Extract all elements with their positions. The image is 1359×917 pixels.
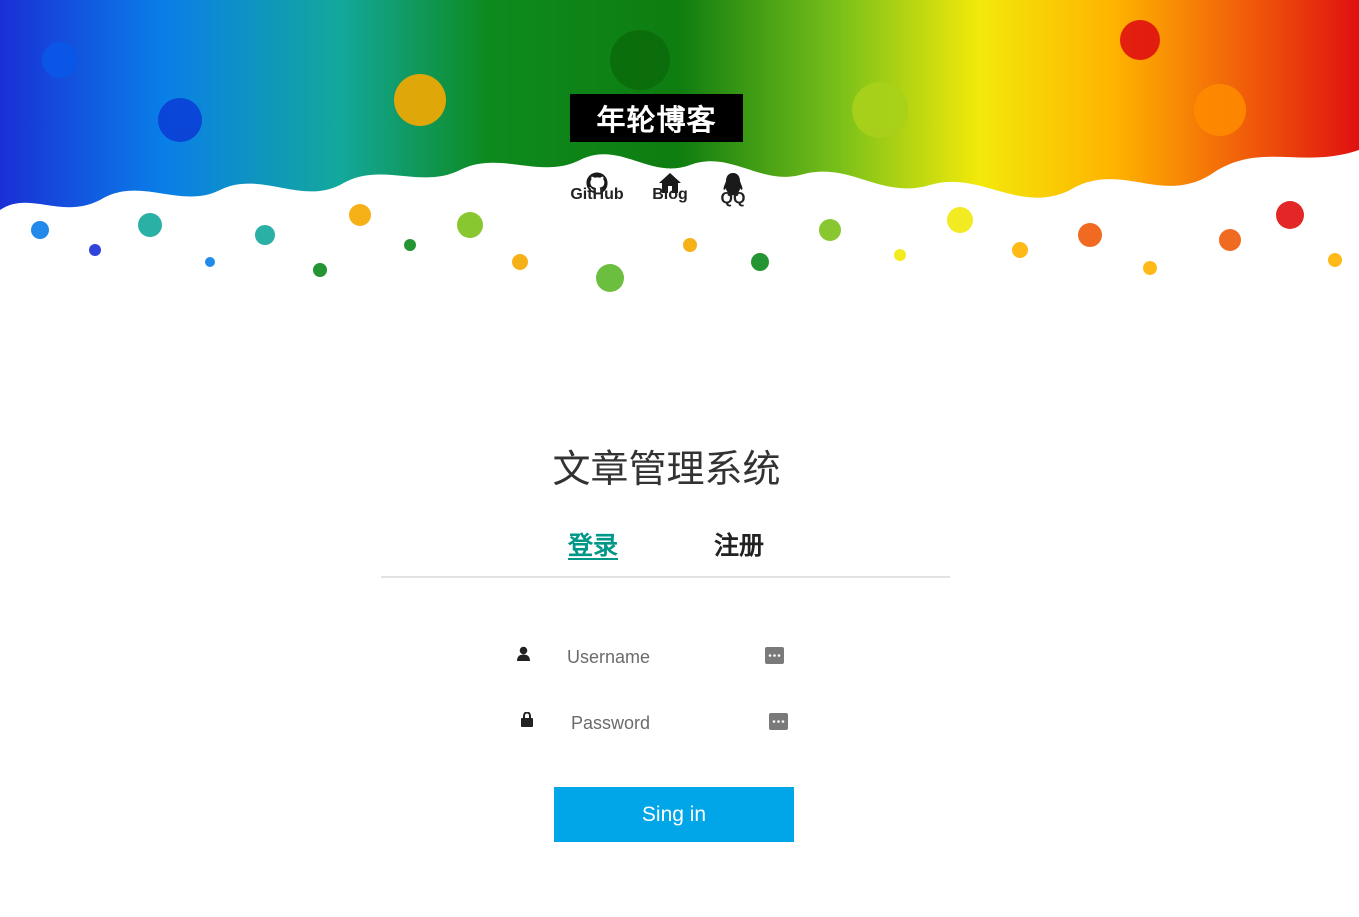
blog-brand-title[interactable]: 年轮博客	[570, 94, 743, 142]
user-icon	[517, 646, 530, 661]
page-title: 文章管理系统	[552, 447, 781, 491]
qq-link-label: QQ	[720, 190, 746, 207]
username-input[interactable]	[565, 641, 759, 673]
tab-register[interactable]: 注册	[714, 526, 764, 562]
blog-link-label: Blog	[652, 186, 688, 203]
paint-splash-background	[0, 0, 1359, 292]
qq-link[interactable]: QQ	[716, 172, 750, 218]
password-manager-icon[interactable]	[769, 713, 788, 730]
password-input[interactable]	[569, 707, 763, 739]
username-field	[510, 636, 810, 676]
blog-link[interactable]: Blog	[648, 172, 692, 218]
lock-icon	[521, 712, 533, 727]
password-field	[514, 702, 814, 742]
password-manager-icon[interactable]	[765, 647, 784, 664]
auth-tabs: 登录 注册	[381, 526, 950, 578]
header-banner: 年轮博客 GitHub Blog QQ	[0, 0, 1359, 298]
tab-login[interactable]: 登录	[568, 526, 618, 562]
sign-in-button[interactable]: Sing in	[554, 787, 794, 842]
github-link[interactable]: GitHub	[567, 172, 627, 218]
github-link-label: GitHub	[570, 186, 624, 203]
